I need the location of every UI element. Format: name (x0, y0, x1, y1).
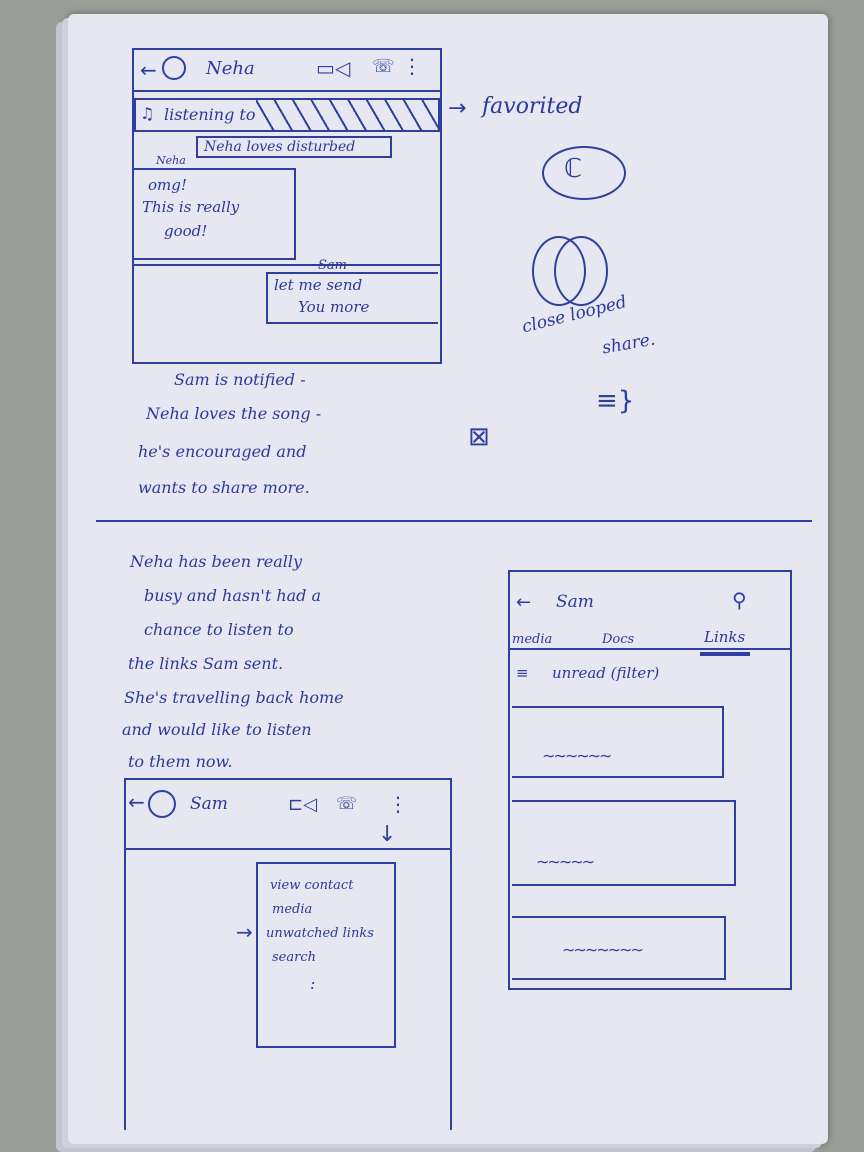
headphones-sketch-icon: ℂ (564, 154, 583, 184)
caption2-line-2: busy and hasn't had a (144, 586, 322, 605)
arrow-right-icon: → (448, 96, 467, 121)
page-divider (96, 520, 812, 522)
tab-divider (510, 648, 790, 650)
loves-notice: Neha loves disturbed (196, 136, 392, 158)
menu-item-view-contact[interactable]: view contact (270, 878, 353, 893)
link-card[interactable]: ∼∼∼∼∼∼∼ (512, 916, 726, 980)
video-call-icon[interactable]: ⊏◁ (288, 794, 317, 815)
more-menu-icon[interactable]: ⋮ (402, 54, 422, 78)
reply-line-1: let me send (274, 276, 363, 294)
tab-links[interactable]: Links (704, 628, 745, 646)
equal-lines-icon: ≡} (596, 386, 635, 416)
filter-label[interactable]: unread (filter) (552, 664, 659, 682)
caption2-line-7: to them now. (128, 752, 233, 771)
caption2-line-3: chance to listen to (144, 620, 294, 639)
selection-arrow-icon: → (236, 920, 253, 944)
loves-notice-text: Neha loves disturbed (204, 139, 356, 155)
filter-icon[interactable]: ≡ (516, 664, 529, 682)
caption1-line-2: Neha loves the song - (146, 404, 322, 423)
header-divider (134, 90, 440, 92)
caption2-line-1: Neha has been really (130, 552, 303, 571)
message-bubble-neha: omg! This is really good! (134, 168, 296, 260)
avatar-icon[interactable] (162, 56, 186, 80)
bubble-line-2: This is really (142, 198, 240, 216)
mockup-sam-chat-menu: ← Sam ⊏◁ ☏ ⋮ ↓ view contact media unwatc… (124, 778, 452, 1130)
video-call-icon[interactable]: ▭◁ (316, 56, 350, 80)
bubble-line-1: omg! (148, 176, 187, 194)
message-bubble-sam: let me send You more (266, 272, 438, 324)
search-icon[interactable]: ⚲ (732, 588, 747, 612)
caption1-line-3: he's encouraged and (138, 442, 307, 461)
menu-item-media[interactable]: media (272, 902, 312, 917)
favorite-button-sketch-icon (542, 146, 626, 200)
menu-item-unwatched-links[interactable]: unwatched links (266, 926, 374, 941)
mockup-neha-chat: ← Neha ▭◁ ☏ ⋮ ♫ listening to Neha loves … (132, 48, 442, 364)
reply-sender: Sam (318, 258, 347, 273)
headphones-icon: ♫ (140, 104, 155, 123)
caption1-line-1: Sam is notified - (174, 370, 306, 389)
reply-line-2: You more (298, 298, 370, 316)
menu-item-search[interactable]: search (272, 950, 316, 965)
link-card[interactable]: ∼∼∼∼∼ (512, 800, 736, 886)
bubble-line-3: good! (164, 222, 208, 240)
notebook-page: ← Neha ▭◁ ☏ ⋮ ♫ listening to Neha loves … (68, 14, 828, 1144)
listening-to-label: listening to (164, 105, 256, 124)
chat-header-name: Sam (190, 794, 228, 814)
avatar-icon[interactable] (148, 790, 176, 818)
pointer-arrow-icon: ↓ (378, 822, 397, 847)
favorited-note: favorited (482, 94, 583, 119)
chat-header-name: Neha (206, 58, 255, 79)
mockup-sam-links: ← Sam ⚲ media Docs Links ≡ unread (filte… (508, 570, 792, 990)
screen-header-name: Sam (556, 592, 594, 612)
back-arrow-icon[interactable]: ← (516, 592, 531, 613)
call-icon[interactable]: ☏ (372, 56, 395, 77)
listening-to-bar[interactable]: ♫ listening to (134, 98, 440, 132)
link-preview-squiggle-icon: ∼∼∼∼∼∼∼ (562, 940, 644, 959)
header-divider (126, 848, 450, 850)
bubble-sender: Neha (156, 154, 186, 167)
back-arrow-icon[interactable]: ← (128, 790, 145, 814)
more-menu-icon[interactable]: ⋮ (388, 792, 408, 816)
menu-more-dots: : (310, 974, 316, 993)
link-preview-squiggle-icon: ∼∼∼∼∼ (536, 852, 595, 871)
link-card[interactable]: ∼∼∼∼∼∼ (512, 706, 724, 778)
back-arrow-icon[interactable]: ← (140, 58, 157, 82)
overflow-menu: view contact media unwatched links searc… (256, 862, 396, 1048)
tab-docs[interactable]: Docs (602, 632, 634, 647)
caption2-line-5: She's travelling back home (124, 688, 344, 707)
close-looped-circle-icon-2 (554, 236, 608, 306)
caption1-line-4: wants to share more. (138, 478, 310, 497)
call-icon[interactable]: ☏ (336, 794, 357, 814)
chat-divider (134, 264, 440, 266)
caption2-line-4: the links Sam sent. (128, 654, 284, 673)
caption2-line-6: and would like to listen (122, 720, 312, 739)
active-tab-underline (700, 652, 750, 656)
link-preview-squiggle-icon: ∼∼∼∼∼∼ (542, 746, 612, 765)
close-looped-note-2: share. (600, 329, 657, 359)
tab-media[interactable]: media (512, 632, 552, 647)
crossed-video-icon: ⊠ (468, 422, 490, 452)
